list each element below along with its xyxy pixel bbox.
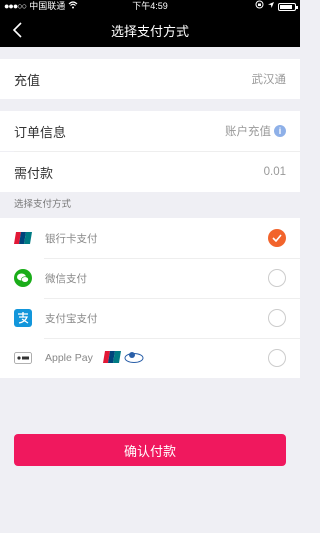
page-title: 选择支付方式 bbox=[110, 23, 189, 39]
carrier-label: 中国联通 bbox=[29, 1, 66, 11]
battery-icon bbox=[278, 2, 298, 11]
payment-method-wechat[interactable]: 微信支付 bbox=[0, 258, 300, 298]
alipay-icon bbox=[14, 309, 32, 327]
confirm-payment-button[interactable]: 确认付款 bbox=[14, 434, 286, 466]
payment-method-apple-pay[interactable]: Apple Pay bbox=[0, 338, 300, 378]
payment-due-row: 需付款 0.01 bbox=[0, 152, 300, 192]
order-info-value-group: 账户充值 i bbox=[225, 123, 286, 139]
status-bar: ●●●○○ 中国联通 bbox=[0, 0, 300, 13]
battery-fill bbox=[280, 4, 292, 9]
radio-unselected[interactable] bbox=[268, 269, 286, 287]
quickpass-badge-icon bbox=[124, 351, 144, 366]
payment-methods-heading: 选择支付方式 bbox=[14, 199, 72, 210]
wifi-icon bbox=[68, 0, 78, 13]
payment-due-label: 需付款 bbox=[14, 165, 54, 181]
recharge-row: 充值 武汉通 bbox=[0, 59, 300, 99]
recharge-label: 充值 bbox=[14, 72, 41, 88]
payment-due-value: 0.01 bbox=[263, 166, 286, 178]
order-info-value: 账户充值 bbox=[225, 126, 271, 138]
radio-unselected[interactable] bbox=[268, 309, 286, 327]
card-badges bbox=[102, 350, 144, 366]
payment-method-label: 银行卡支付 bbox=[45, 232, 98, 245]
order-info-row: 订单信息 账户充值 i bbox=[0, 111, 300, 151]
info-icon[interactable]: i bbox=[274, 125, 286, 137]
lock-rotation-icon bbox=[255, 0, 264, 13]
apple-pay-icon bbox=[14, 349, 32, 367]
payment-method-alipay[interactable]: 支付宝支付 bbox=[0, 298, 300, 338]
location-icon bbox=[267, 0, 275, 13]
wechat-icon bbox=[14, 269, 32, 287]
recharge-value: 武汉通 bbox=[251, 74, 287, 86]
payment-method-label: Apple Pay bbox=[45, 352, 93, 364]
unionpay-badge-icon bbox=[102, 350, 121, 366]
payment-method-label: 支付宝支付 bbox=[45, 312, 98, 325]
radio-selected[interactable] bbox=[268, 229, 286, 247]
unionpay-icon bbox=[14, 229, 32, 247]
status-left: ●●●○○ 中国联通 bbox=[4, 0, 78, 13]
status-right bbox=[255, 0, 298, 13]
chevron-left-icon[interactable] bbox=[12, 22, 24, 38]
order-info-label: 订单信息 bbox=[14, 124, 67, 140]
radio-unselected[interactable] bbox=[268, 349, 286, 367]
nav-bar: 选择支付方式 bbox=[0, 13, 300, 47]
payment-method-unionpay[interactable]: 银行卡支付 bbox=[0, 218, 300, 258]
payment-method-list: 银行卡支付 微信支付 支付宝支付 Apple Pay bbox=[0, 218, 300, 378]
signal-icon: ●●●○○ bbox=[4, 1, 27, 11]
payment-method-label: 微信支付 bbox=[45, 272, 87, 285]
